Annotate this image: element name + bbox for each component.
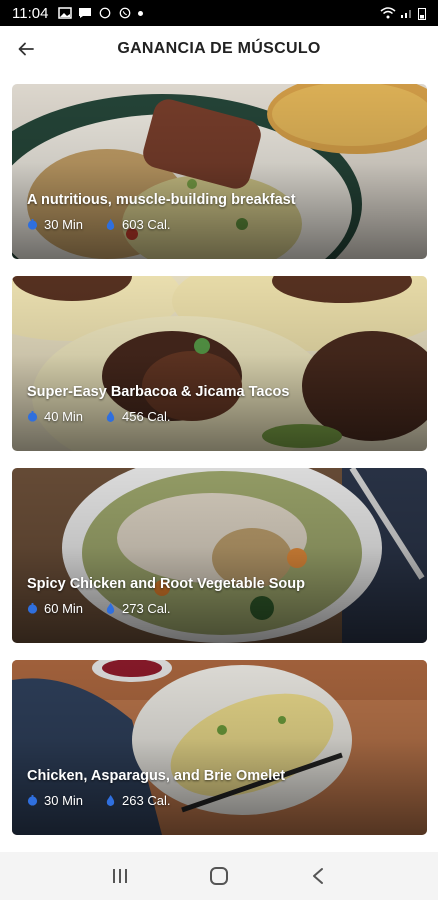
recipe-info: Super-Easy Barbacoa & Jicama Tacos 40 Mi… [27, 384, 289, 424]
recipe-card[interactable]: Spicy Chicken and Root Vegetable Soup 60… [12, 468, 427, 643]
gallery-icon [58, 7, 73, 19]
back-button[interactable] [14, 37, 38, 61]
recipe-card[interactable]: Super-Easy Barbacoa & Jicama Tacos 40 Mi… [12, 276, 427, 451]
flame-icon [106, 795, 115, 806]
recipe-title: A nutritious, muscle-building breakfast [27, 192, 296, 208]
recipe-calories: 456 Cal. [122, 409, 171, 424]
recipe-card[interactable]: Chicken, Asparagus, and Brie Omelet 30 M… [12, 660, 427, 835]
recipe-calories: 263 Cal. [122, 793, 171, 808]
recipe-list: A nutritious, muscle-building breakfast … [12, 84, 427, 852]
recent-apps-button[interactable] [100, 856, 140, 896]
chevron-left-icon [313, 868, 324, 884]
battery-icon [418, 7, 426, 20]
recipe-card[interactable]: A nutritious, muscle-building breakfast … [12, 84, 427, 259]
recipe-meta: 60 Min 273 Cal. [27, 601, 305, 616]
clock-icon [27, 411, 38, 422]
recipe-meta: 30 Min 263 Cal. [27, 793, 285, 808]
recipe-title: Super-Easy Barbacoa & Jicama Tacos [27, 384, 290, 400]
system-nav-bar [0, 852, 438, 900]
recipe-meta: 40 Min 456 Cal. [27, 409, 289, 424]
flame-icon [106, 219, 115, 230]
flame-icon [106, 411, 115, 422]
clock-icon [27, 795, 38, 806]
recipe-time: 40 Min [44, 409, 84, 424]
recipe-calories: 603 Cal. [122, 217, 171, 232]
flame-icon [106, 603, 115, 614]
status-time: 11:04 [12, 4, 49, 22]
image-overlay [12, 276, 427, 451]
image-overlay [12, 660, 427, 835]
recipe-info: Spicy Chicken and Root Vegetable Soup 60… [27, 576, 305, 616]
nav-back-button[interactable] [298, 856, 338, 896]
recipe-time: 30 Min [44, 217, 84, 232]
image-overlay [12, 468, 427, 643]
recipe-info: Chicken, Asparagus, and Brie Omelet 30 M… [27, 768, 285, 808]
message-icon [79, 8, 92, 18]
app-header: GANANCIA DE MÚSCULO [0, 26, 438, 72]
whatsapp-icon [120, 7, 131, 19]
arrow-left-icon [18, 42, 34, 56]
recipe-title: Spicy Chicken and Root Vegetable Soup [27, 576, 305, 592]
page-title: GANANCIA DE MÚSCULO [117, 40, 321, 57]
home-icon [209, 867, 228, 885]
wifi-icon [380, 7, 396, 19]
recipe-title: Chicken, Asparagus, and Brie Omelet [27, 768, 286, 784]
recipe-time: 30 Min [44, 793, 84, 808]
recipe-info: A nutritious, muscle-building breakfast … [27, 192, 296, 232]
image-overlay [12, 84, 427, 259]
recent-apps-icon [112, 869, 127, 883]
chat-icon [100, 7, 111, 19]
recipe-time: 60 Min [44, 601, 84, 616]
notification-dot [138, 10, 144, 16]
status-bar: 11:04 [0, 0, 438, 26]
signal-icon [401, 10, 411, 18]
clock-icon [27, 219, 38, 230]
clock-icon [27, 603, 38, 614]
recipe-calories: 273 Cal. [122, 601, 171, 616]
home-button[interactable] [199, 856, 239, 896]
recipe-meta: 30 Min 603 Cal. [27, 217, 296, 232]
